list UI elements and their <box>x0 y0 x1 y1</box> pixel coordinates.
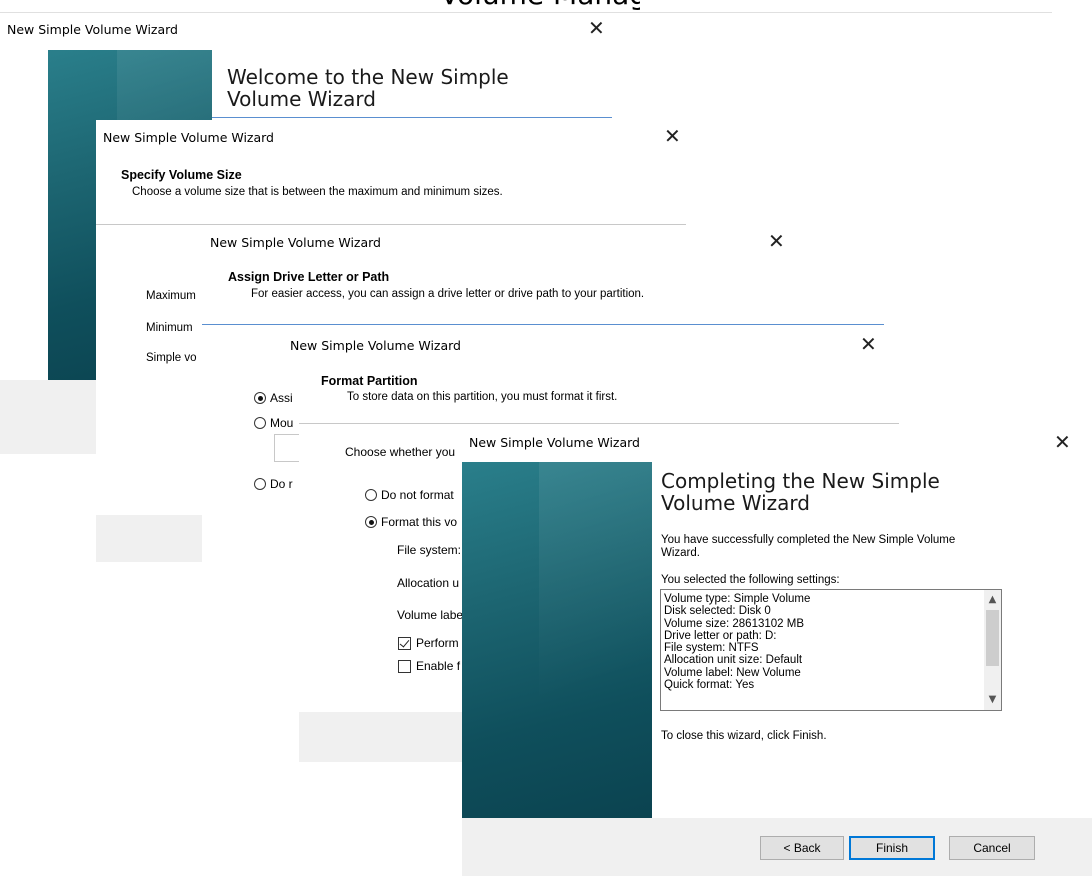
wizard-banner <box>462 462 672 818</box>
settings-list: Volume type: Simple Volume Disk selected… <box>664 593 810 691</box>
list-item: Quick format: Yes <box>664 679 755 692</box>
window-title: New Simple Volume Wizard <box>7 22 178 37</box>
title-bar: New Simple Volume Wizard ✕ <box>96 120 686 156</box>
page-title: Welcome to the New Simple Volume Wizard <box>227 65 509 111</box>
close-icon[interactable]: ✕ <box>860 332 877 356</box>
list-item: Volume size: 28613102 MB <box>664 617 805 630</box>
assign-letter-radio[interactable] <box>254 392 266 404</box>
background-title-fragment: Volume Management <box>440 0 640 10</box>
no-letter-radio[interactable] <box>254 478 266 490</box>
page-subtitle: To store data on this partition, you mus… <box>347 391 618 403</box>
title-bar: New Simple Volume Wizard ✕ <box>0 14 620 50</box>
file-system-label: File system: <box>397 543 462 557</box>
do-not-format-radio[interactable] <box>365 489 377 501</box>
title-bar: New Simple Volume Wizard ✕ <box>202 226 884 262</box>
close-icon[interactable]: ✕ <box>664 124 681 148</box>
simple-volume-size-label: Simple vo <box>146 352 197 364</box>
allocation-unit-label: Allocation u <box>397 576 460 590</box>
page-heading: Assign Drive Letter or Path <box>228 270 390 284</box>
page-heading: Specify Volume Size <box>121 168 242 182</box>
settings-caption: You selected the following settings: <box>661 574 840 586</box>
back-button[interactable]: < Back <box>760 836 844 860</box>
max-size-label: Maximum <box>146 290 196 302</box>
page-subtitle: For easier access, you can assign a driv… <box>251 288 645 300</box>
format-volume-label: Format this vo <box>381 515 458 529</box>
list-item: Drive letter or path: D: <box>664 629 777 642</box>
mount-folder-radio[interactable] <box>254 417 266 429</box>
quick-format-label: Perform <box>416 636 459 650</box>
finish-button[interactable]: Finish <box>849 836 935 860</box>
list-item: File system: NTFS <box>664 642 759 655</box>
close-icon[interactable]: ✕ <box>768 229 785 253</box>
chevron-up-icon[interactable]: ▲ <box>984 592 1001 608</box>
scroll-thumb[interactable] <box>986 610 999 666</box>
page-title: Completing the New Simple Volume Wizard <box>661 469 940 515</box>
close-instruction: To close this wizard, click Finish. <box>661 730 827 742</box>
wizard-window-completing: New Simple Volume Wizard ✕ Completing th… <box>462 426 1092 876</box>
success-text: You have successfully completed the New … <box>661 534 956 559</box>
format-volume-radio[interactable] <box>365 516 377 528</box>
title-divider <box>212 117 612 118</box>
close-icon[interactable]: ✕ <box>1054 430 1071 454</box>
list-item: Allocation unit size: Default <box>664 654 803 667</box>
window-title: New Simple Volume Wizard <box>469 435 640 450</box>
quick-format-checkbox[interactable] <box>398 637 411 650</box>
settings-scrollbar[interactable]: ▲ ▼ <box>984 590 1001 710</box>
page-subtitle: Choose a volume size that is between the… <box>132 186 503 198</box>
compression-checkbox[interactable] <box>398 660 411 673</box>
assign-letter-label: Assi <box>270 391 293 405</box>
title-bar: New Simple Volume Wizard ✕ <box>462 426 1092 462</box>
list-item: Volume type: Simple Volume <box>664 593 811 605</box>
header-divider <box>96 224 686 225</box>
do-not-format-label: Do not format <box>381 488 454 502</box>
window-title: New Simple Volume Wizard <box>210 235 381 250</box>
list-item: Disk selected: Disk 0 <box>664 605 771 618</box>
settings-listbox[interactable]: Volume type: Simple Volume Disk selected… <box>660 589 1002 711</box>
window-title: New Simple Volume Wizard <box>290 338 461 353</box>
page-heading: Format Partition <box>321 374 418 388</box>
min-size-label: Minimum <box>146 322 193 334</box>
chevron-down-icon[interactable]: ▼ <box>984 692 1001 708</box>
choose-text: Choose whether you <box>345 445 456 459</box>
list-item: Volume label: New Volume <box>664 666 801 679</box>
mount-folder-label: Mou <box>270 416 294 430</box>
no-letter-label: Do r <box>270 477 293 491</box>
window-title: New Simple Volume Wizard <box>103 130 274 145</box>
volume-label-label: Volume labe <box>397 608 464 622</box>
title-bar: New Simple Volume Wizard ✕ <box>290 330 899 366</box>
close-icon[interactable]: ✕ <box>588 16 605 40</box>
cancel-button[interactable]: Cancel <box>949 836 1035 860</box>
compression-label: Enable f <box>416 659 461 673</box>
header-divider <box>299 423 899 424</box>
background-divider <box>0 12 1052 13</box>
header-divider <box>202 324 884 325</box>
